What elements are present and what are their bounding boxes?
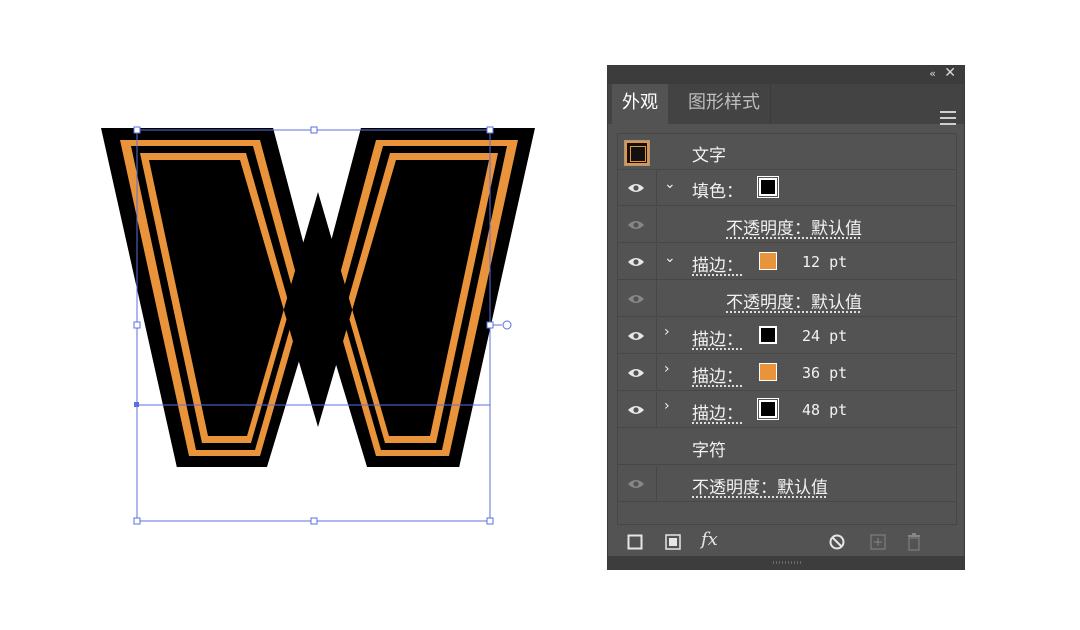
stroke-link[interactable]: 描边： xyxy=(692,362,743,387)
eye-visibility-icon[interactable] xyxy=(627,477,645,491)
stroke-weight[interactable]: 36 pt xyxy=(802,364,847,382)
appearance-row-stroke-36[interactable]: › 描边： 36 pt xyxy=(618,355,956,391)
add-new-fill-icon[interactable] xyxy=(665,534,681,550)
eye-visibility-icon[interactable] xyxy=(627,366,645,380)
appearance-row-opacity[interactable]: 不透明度：默认值 xyxy=(618,466,956,502)
tab-appearance[interactable]: 外观 xyxy=(612,84,668,124)
stroke-link[interactable]: 描边： xyxy=(692,399,743,424)
duplicate-item-icon[interactable] xyxy=(870,534,886,550)
stroke-color-swatch[interactable] xyxy=(759,326,777,344)
stroke-weight[interactable]: 24 pt xyxy=(802,327,847,345)
artwork-canvas[interactable] xyxy=(100,120,540,530)
appearance-row-characters[interactable]: 字符 xyxy=(618,429,956,465)
stroke-color-swatch[interactable] xyxy=(759,363,777,381)
collapse-panel-icon[interactable]: « xyxy=(929,67,936,80)
opacity-link[interactable]: 不透明度：默认值 xyxy=(692,473,828,498)
fill-label: 填色： xyxy=(692,182,743,202)
fill-color-swatch[interactable] xyxy=(757,176,779,198)
eye-visibility-icon[interactable] xyxy=(627,255,645,269)
appearance-row-stroke-opacity[interactable]: 不透明度：默认值 xyxy=(618,281,956,317)
appearance-row-fill-opacity[interactable]: 不透明度：默认值 xyxy=(618,207,956,243)
hamburger-menu-icon[interactable] xyxy=(940,111,956,129)
eye-visibility-icon[interactable] xyxy=(627,329,645,343)
chevron-down-icon[interactable]: ⌄ xyxy=(664,176,676,192)
eye-visibility-icon[interactable] xyxy=(627,218,645,232)
eye-visibility-icon[interactable] xyxy=(627,292,645,306)
opacity-link[interactable]: 不透明度：默认值 xyxy=(726,214,862,239)
clear-appearance-icon[interactable] xyxy=(829,534,845,550)
row-label: 字符 xyxy=(692,441,726,461)
eye-visibility-icon[interactable] xyxy=(627,181,645,195)
opacity-link[interactable]: 不透明度：默认值 xyxy=(726,288,862,313)
type-thumbnail-icon xyxy=(624,140,650,166)
fx-effects-button[interactable]: fx xyxy=(701,529,718,550)
panel-bottom-toolbar: fx xyxy=(608,526,964,556)
appearance-panel: « ✕ 外观 图形样式 文字 ⌄ 填色： 不透明度：默认值 ⌄ 描边： 12 p… xyxy=(607,65,965,570)
eye-visibility-icon[interactable] xyxy=(627,403,645,417)
trash-icon[interactable] xyxy=(906,533,922,551)
appearance-row-stroke-48[interactable]: › 描边： 48 pt xyxy=(618,392,956,428)
appearance-row-stroke-24[interactable]: › 描边： 24 pt xyxy=(618,318,956,354)
appearance-row-type[interactable]: 文字 xyxy=(618,134,956,170)
panel-titlebar[interactable]: « ✕ xyxy=(608,65,964,84)
stroke-link[interactable]: 描边： xyxy=(692,325,743,350)
panel-tab-bar: 外观 图形样式 xyxy=(608,84,964,125)
fill-black xyxy=(149,160,489,436)
add-new-stroke-icon[interactable] xyxy=(627,534,643,550)
appearance-list: 文字 ⌄ 填色： 不透明度：默认值 ⌄ 描边： 12 pt 不透明度：默认值 ›… xyxy=(617,133,957,525)
appearance-row-fill[interactable]: ⌄ 填色： xyxy=(618,170,956,206)
stroke-link[interactable]: 描边： xyxy=(692,251,743,276)
stroke-color-swatch[interactable] xyxy=(757,398,779,420)
stroke-color-swatch[interactable] xyxy=(759,252,777,270)
letter-w-artwork[interactable] xyxy=(100,120,540,530)
chevron-down-icon[interactable]: ⌄ xyxy=(664,250,676,266)
close-panel-icon[interactable]: ✕ xyxy=(944,65,956,81)
panel-resize-grip[interactable] xyxy=(608,556,964,569)
stroke-weight[interactable]: 48 pt xyxy=(802,401,847,419)
stroke-weight[interactable]: 12 pt xyxy=(802,253,847,271)
tab-graphic-styles[interactable]: 图形样式 xyxy=(678,84,771,124)
chevron-right-icon[interactable]: › xyxy=(664,398,670,414)
chevron-right-icon[interactable]: › xyxy=(664,361,670,377)
row-label: 文字 xyxy=(692,146,726,166)
appearance-row-stroke-12[interactable]: ⌄ 描边： 12 pt xyxy=(618,244,956,280)
chevron-right-icon[interactable]: › xyxy=(664,324,670,340)
